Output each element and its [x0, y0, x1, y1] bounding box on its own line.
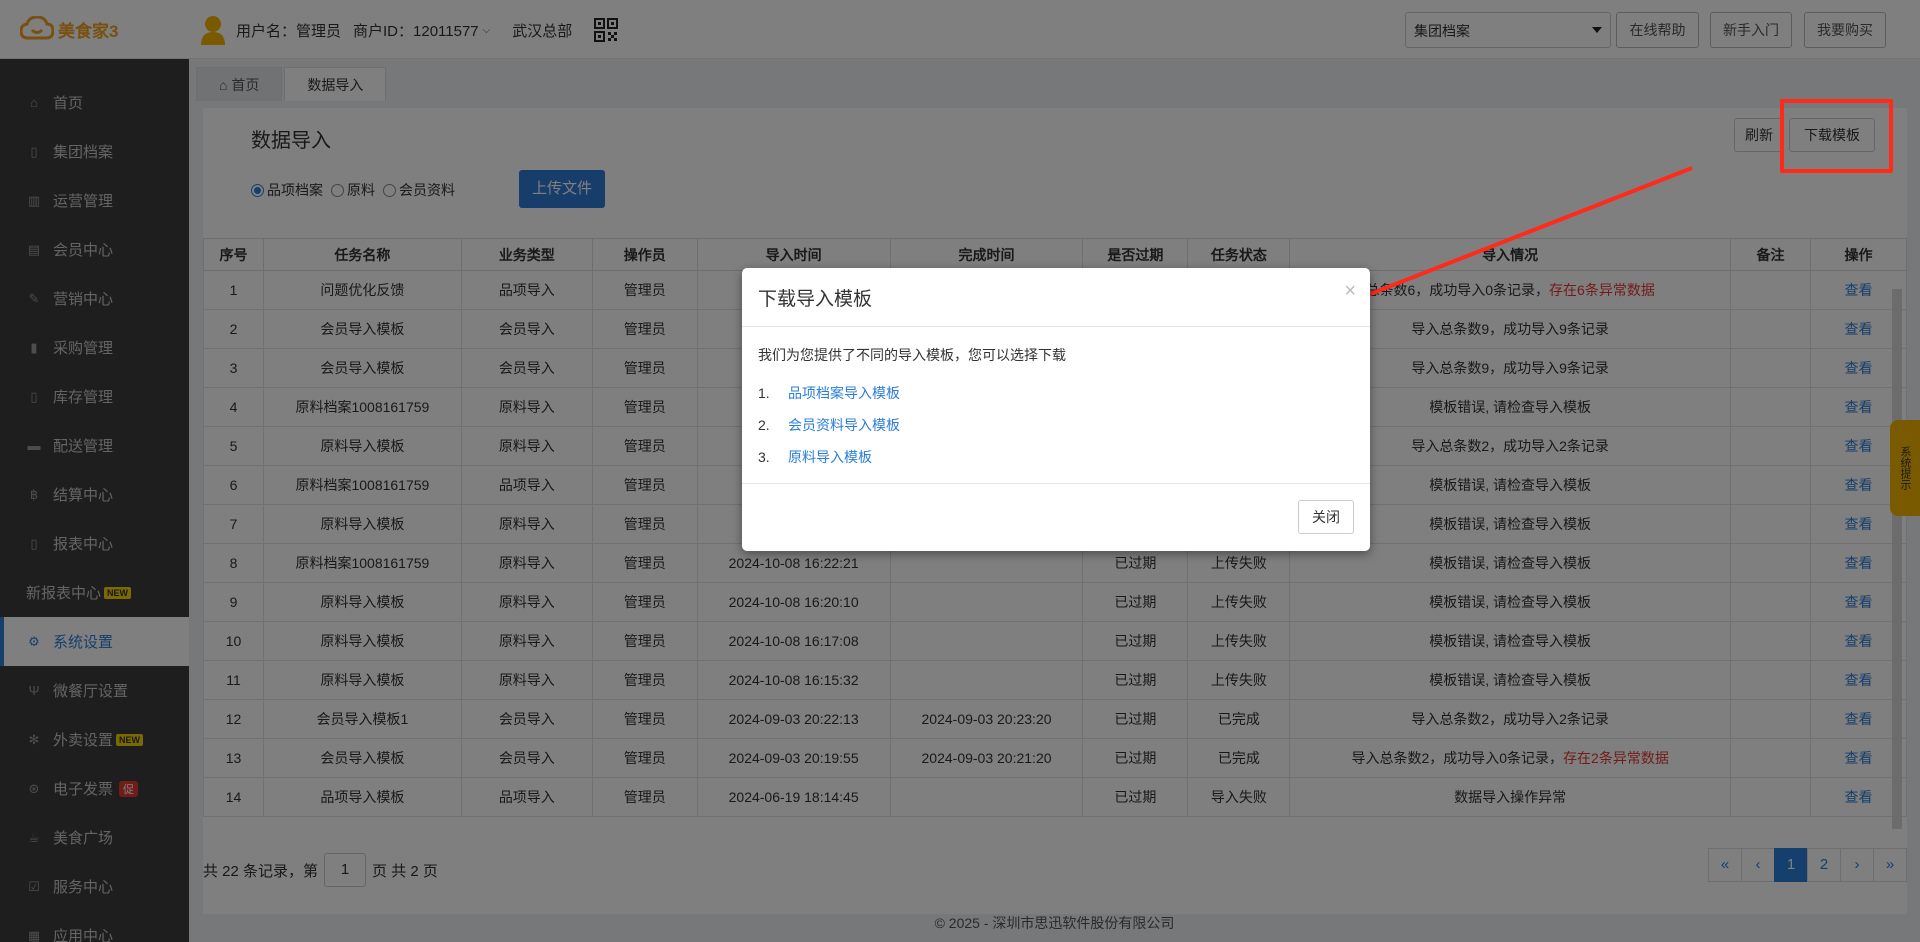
list-number: 2.: [758, 417, 770, 433]
download-template-modal: 下载导入模板 × 我们为您提供了不同的导入模板，您可以选择下载 1. 品项档案导入…: [742, 268, 1370, 551]
template-list: 1. 品项档案导入模板 2. 会员资料导入模板 3. 原料导入模板: [758, 377, 1354, 473]
list-number: 3.: [758, 449, 770, 465]
modal-description: 我们为您提供了不同的导入模板，您可以选择下载: [758, 347, 1066, 363]
member-template-link[interactable]: 会员资料导入模板: [788, 415, 900, 435]
list-item: 3. 原料导入模板: [758, 441, 1354, 473]
modal-header: 下载导入模板 ×: [742, 268, 1370, 327]
list-number: 1.: [758, 385, 770, 401]
modal-title: 下载导入模板: [758, 289, 873, 310]
list-item: 1. 品项档案导入模板: [758, 377, 1354, 409]
list-item: 2. 会员资料导入模板: [758, 409, 1354, 441]
close-button[interactable]: 关闭: [1298, 500, 1354, 534]
item-archive-template-link[interactable]: 品项档案导入模板: [788, 383, 900, 403]
modal-footer: 关闭: [742, 483, 1370, 551]
material-template-link[interactable]: 原料导入模板: [788, 447, 872, 467]
close-icon[interactable]: ×: [1344, 280, 1356, 303]
modal-body: 我们为您提供了不同的导入模板，您可以选择下载 1. 品项档案导入模板 2. 会员资料…: [742, 327, 1370, 485]
